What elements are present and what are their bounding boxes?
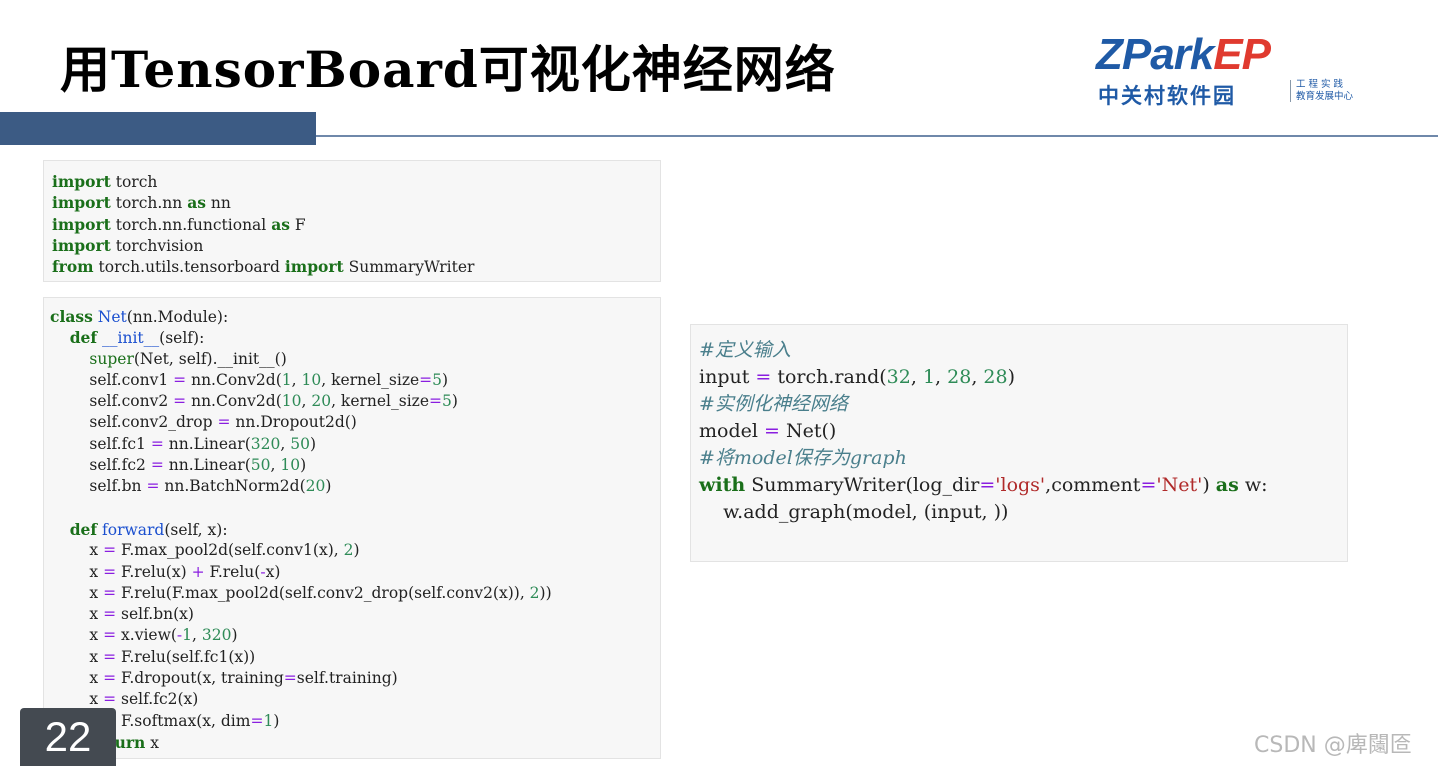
code-line: import torch.nn as nn <box>52 193 231 213</box>
code-line: import torch <box>52 172 158 191</box>
code-line: self.conv1 = nn.Conv2d(1, 10, kernel_siz… <box>50 370 449 389</box>
code-line: def forward(self, x): <box>69 519 228 539</box>
code-line: #实例化神经网络 <box>699 393 848 415</box>
code-line: input = torch.rand(32, 1, 28, 28) <box>699 366 1016 388</box>
logo-brand-ep: EP <box>1213 30 1271 79</box>
code-cell-add-graph: #定义输入 input = torch.rand(32, 1, 28, 28) #实… <box>690 324 1348 562</box>
code-line: super(Net, self).__init__() <box>89 349 287 368</box>
logo-separator <box>1290 80 1291 102</box>
code-line: x = F.dropout(x, training=self.training) <box>50 669 398 688</box>
code-line: x = F.max_pool2d(self.conv1(x), 2) <box>50 541 360 560</box>
code-line: x = F.relu(x) + F.relu(-x) <box>50 562 281 581</box>
slide-title: 用TensorBoard可视化神经网络 <box>60 40 836 99</box>
code-line: self.fc2 = nn.Linear(50, 10) <box>50 456 307 475</box>
code-line: class Net(nn.Module): <box>50 307 229 326</box>
code-line: w.add_graph(model, (input, )) <box>699 501 1009 523</box>
logo-sub-line2: 教育发展中心 <box>1296 91 1354 102</box>
code-line: import torchvision <box>52 235 204 255</box>
page-number-badge: 22 <box>20 708 116 766</box>
logo-subtitle: 工 程 实 践 教育发展中心 <box>1296 79 1386 103</box>
header-divider-line <box>316 135 1438 137</box>
code-line: x = self.fc2(x) <box>50 690 199 709</box>
logo-sub-line1: 工 程 实 践 <box>1296 79 1344 90</box>
logo-brand-cn: 中关村软件园 <box>1098 84 1236 108</box>
zpark-logo: ZParkEP 中关村软件园 工 程 实 践 教育发展中心 <box>1096 30 1386 108</box>
code-line: #定义输入 <box>699 339 791 361</box>
code-line: x = F.relu(self.fc1(x)) <box>50 647 256 666</box>
code-line: x = F.softmax(x, dim=1) <box>89 711 280 730</box>
code-line: self.conv2_drop = nn.Dropout2d() <box>50 413 357 432</box>
code-line: x = F.relu(F.max_pool2d(self.conv2_drop(… <box>50 583 552 602</box>
code-line: model = Net() <box>699 420 837 442</box>
code-line: from torch.utils.tensorboard import Summ… <box>52 257 475 277</box>
code-line: ​ <box>50 498 660 519</box>
code-cell-net-class: class Net(nn.Module): def __init__(self)… <box>43 297 661 759</box>
code-line: with SummaryWriter(log_dir='logs',commen… <box>699 474 1268 496</box>
code-line: self.bn = nn.BatchNorm2d(20) <box>50 477 332 496</box>
code-line: return x <box>89 732 159 752</box>
code-line: x = x.view(-1, 320) <box>50 626 238 645</box>
code-line: self.fc1 = nn.Linear(320, 50) <box>50 434 317 453</box>
header-accent-band <box>0 112 316 145</box>
code-line: x = self.bn(x) <box>50 605 194 624</box>
code-line: import torch.nn.functional as F <box>52 214 306 234</box>
code-line: #将model保存为graph <box>699 447 907 469</box>
code-cell-imports: import torch import torch.nn as nn import … <box>43 160 661 282</box>
code-line: self.conv2 = nn.Conv2d(10, 20, kernel_si… <box>50 392 458 411</box>
code-line: def __init__(self): <box>69 328 205 348</box>
logo-brand-main: ZPark <box>1096 30 1214 79</box>
csdn-watermark: CSDN @庳闧匼 <box>1254 733 1412 758</box>
